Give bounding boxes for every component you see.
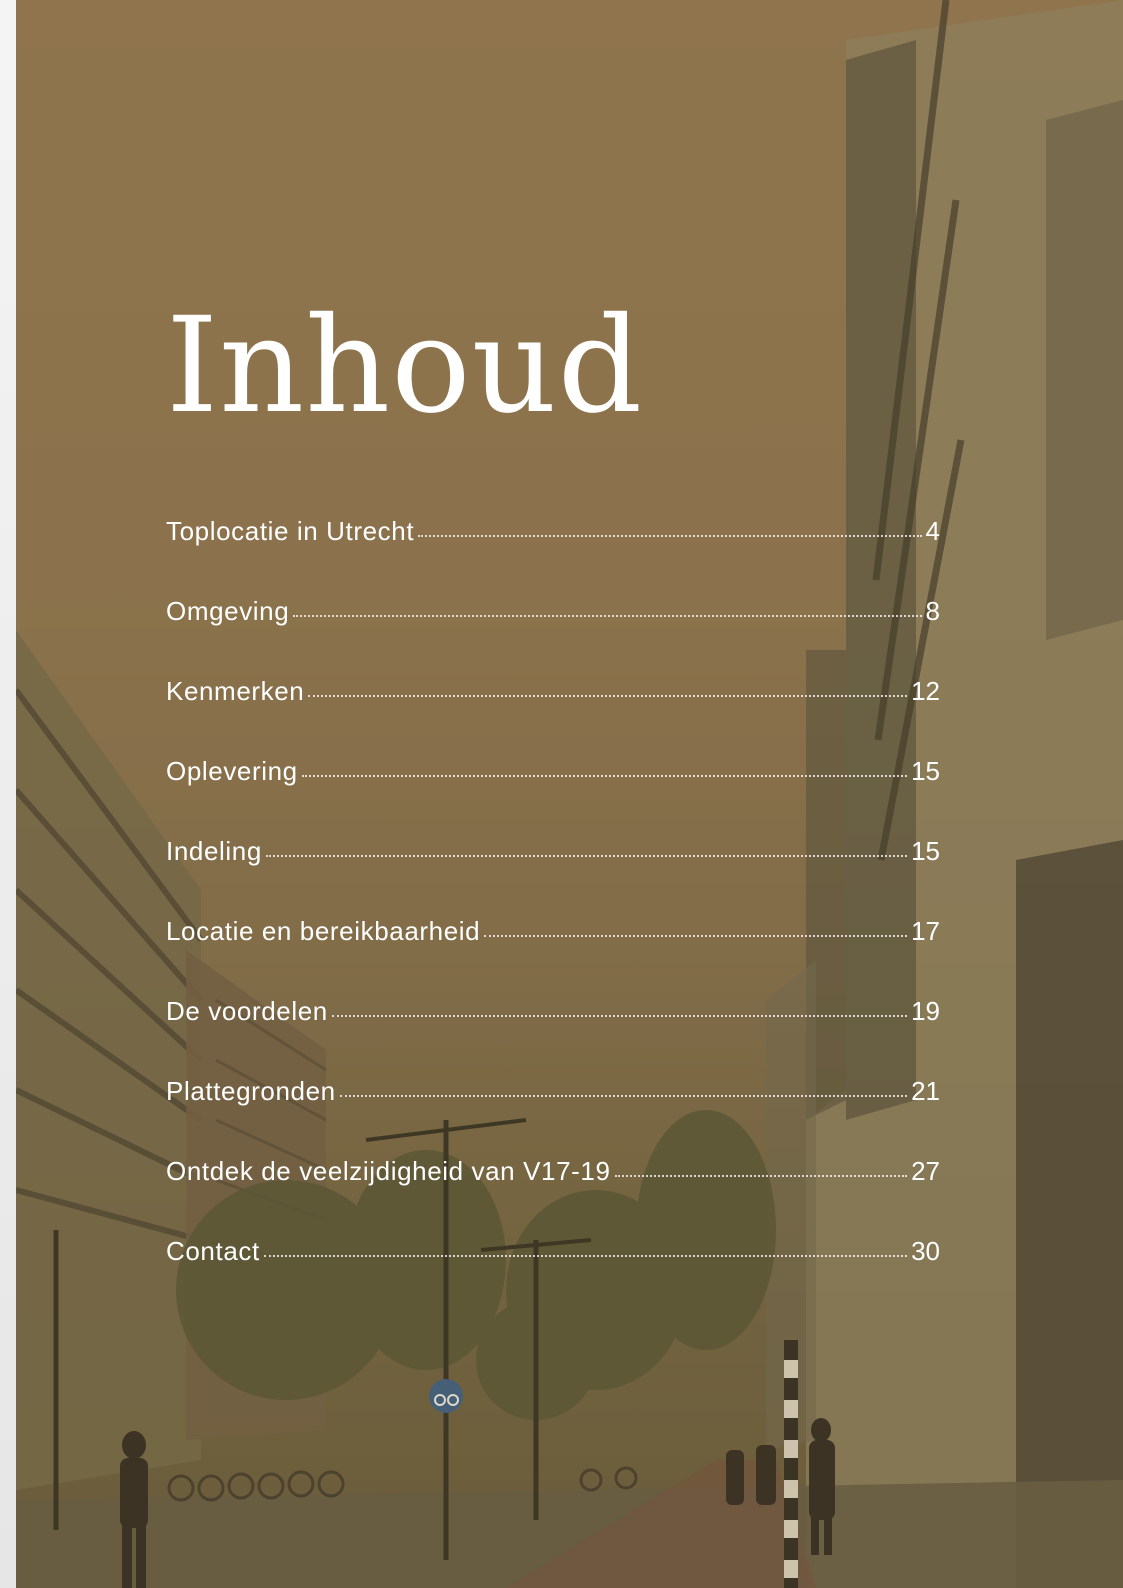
toc-item[interactable]: Kenmerken 12 (166, 676, 940, 756)
toc-item-label: Plattegronden (166, 1076, 336, 1106)
toc-item-label: Toplocatie in Utrecht (166, 516, 415, 546)
toc-item-label: Contact (166, 1236, 260, 1266)
table-of-contents: Toplocatie in Utrecht 4 Omgeving 8 Kenme… (166, 516, 940, 1316)
toc-leader-dots (265, 855, 908, 857)
contents-page: Inhoud Toplocatie in Utrecht 4 Omgeving … (16, 0, 1123, 1588)
toc-item-label: Omgeving (166, 596, 290, 626)
toc-item-page: 12 (911, 676, 940, 706)
toc-item[interactable]: Omgeving 8 (166, 596, 940, 676)
page-title: Inhoud (166, 289, 644, 443)
toc-leader-dots (484, 935, 908, 937)
toc-leader-dots (293, 615, 922, 617)
toc-item-page: 4 (925, 516, 940, 546)
toc-leader-dots (418, 535, 922, 537)
toc-item[interactable]: Locatie en bereikbaarheid 17 (166, 916, 940, 996)
toc-item-page: 15 (911, 836, 940, 866)
page-edge (0, 0, 16, 1588)
toc-item-page: 8 (925, 596, 940, 626)
toc-item[interactable]: Contact 30 (166, 1236, 940, 1316)
toc-leader-dots (301, 775, 908, 777)
toc-item-page: 17 (911, 916, 940, 946)
toc-item-label: Indeling (166, 836, 262, 866)
toc-leader-dots (614, 1175, 908, 1177)
toc-item[interactable]: Plattegronden 21 (166, 1076, 940, 1156)
toc-item-label: Locatie en bereikbaarheid (166, 916, 481, 946)
toc-item-label: Oplevering (166, 756, 298, 786)
toc-item-page: 27 (911, 1156, 940, 1186)
toc-leader-dots (263, 1255, 908, 1257)
toc-item-label: De voordelen (166, 996, 328, 1026)
toc-item[interactable]: De voordelen 19 (166, 996, 940, 1076)
toc-item-page: 15 (911, 756, 940, 786)
toc-leader-dots (331, 1015, 908, 1017)
toc-item[interactable]: Indeling 15 (166, 836, 940, 916)
toc-item-page: 21 (911, 1076, 940, 1106)
toc-item[interactable]: Oplevering 15 (166, 756, 940, 836)
toc-item[interactable]: Toplocatie in Utrecht 4 (166, 516, 940, 596)
toc-leader-dots (308, 695, 908, 697)
toc-item[interactable]: Ontdek de veelzijdigheid van V17-19 27 (166, 1156, 940, 1236)
toc-item-page: 30 (911, 1236, 940, 1266)
toc-item-page: 19 (911, 996, 940, 1026)
toc-item-label: Kenmerken (166, 676, 305, 706)
toc-item-label: Ontdek de veelzijdigheid van V17-19 (166, 1156, 611, 1186)
toc-leader-dots (339, 1095, 908, 1097)
